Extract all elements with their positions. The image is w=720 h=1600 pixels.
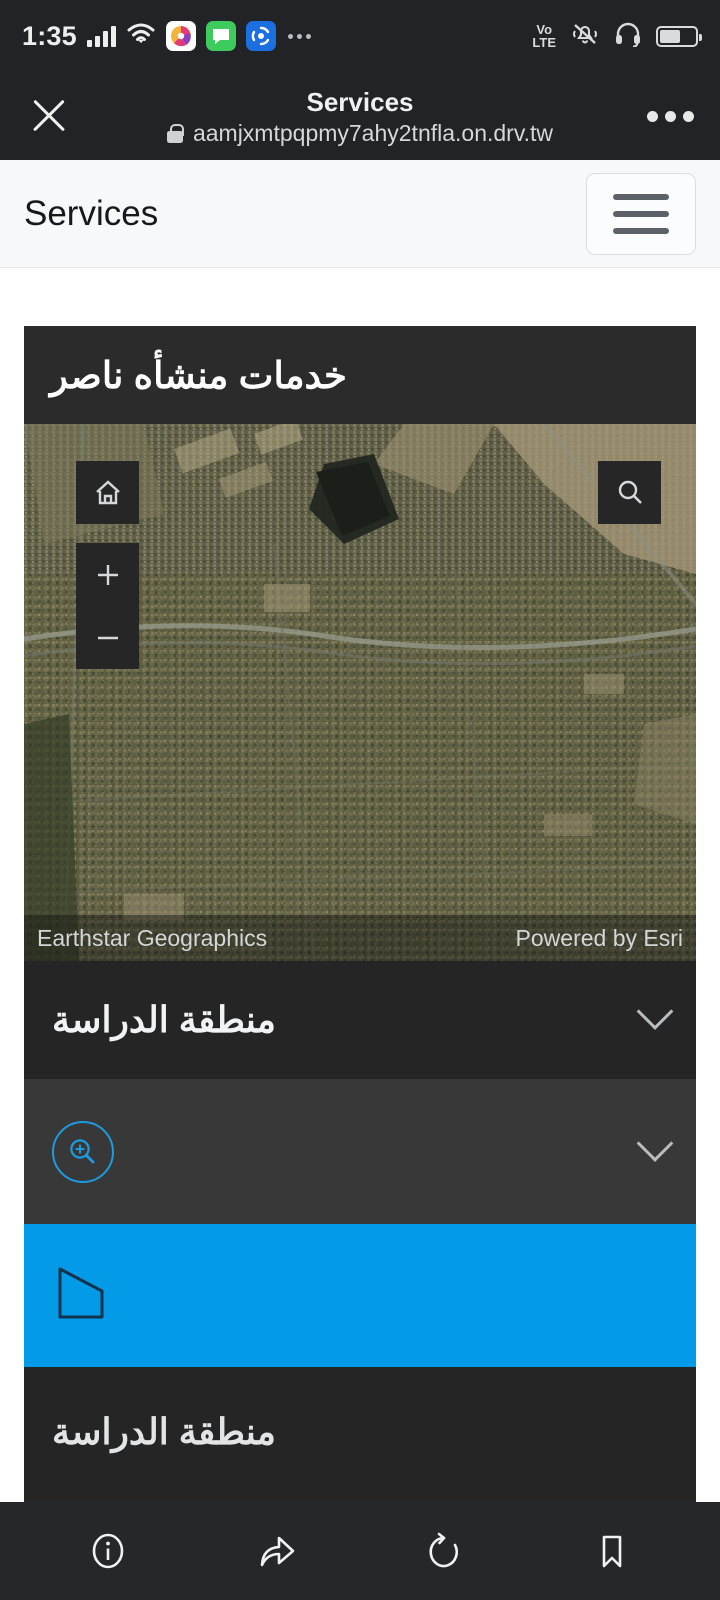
shutter-app-icon [165,21,196,51]
browser-url: aamjxmtpqpmy7ahy2tnfla.on.drv.tw [192,119,554,146]
browser-page-title: Services [306,86,414,117]
panel-row-label: منطقة الدراسة [52,999,276,1040]
browser-top-bar: Services aamjxmtpqpmy7ahy2tnfla.on.drv.t… [0,72,720,160]
bell-muted-icon [570,21,600,52]
card-title-bar: خدمات منشأه ناصر [24,326,696,424]
browser-menu-icon[interactable] [647,110,694,122]
status-bar: 1:35 Vo LTE [0,0,720,72]
plus-icon[interactable] [76,543,139,606]
panel-row-study-area[interactable]: منطقة الدراسة [24,961,696,1079]
chevron-down-icon[interactable] [636,1124,674,1162]
panel-row-label: منطقة الدراسة [52,1411,276,1452]
volte-indicator: Vo LTE [532,22,556,50]
headphones-icon [614,21,642,52]
phone-screen: 1:35 Vo LTE Services aamjxmtpqpmy7ahy2tn… [0,0,720,1600]
attribution-source: Earthstar Geographics [37,924,268,951]
card-title: خدمات منشأه ناصر [50,354,347,396]
status-overflow-icon [287,33,311,39]
minus-icon[interactable] [76,606,139,669]
attribution-provider: Powered by Esri [515,924,683,951]
info-icon[interactable] [73,1516,143,1586]
page-title: Services [24,193,159,233]
close-icon[interactable] [26,93,72,139]
signal-bars-icon [86,25,116,47]
browser-title-block: Services aamjxmtpqpmy7ahy2tnfla.on.drv.t… [0,86,720,147]
message-app-icon [205,21,236,51]
zoom-to-icon[interactable] [52,1120,114,1183]
bottom-navigation-bar [0,1502,720,1600]
bookmark-icon[interactable] [577,1516,647,1586]
map-attribution: Earthstar Geographics Powered by Esri [24,915,696,961]
battery-icon [656,25,702,47]
panel-row-polygon-selected[interactable] [24,1224,696,1367]
page-body: خدمات منشأه ناصر Earthstar Geographics P… [0,268,720,1600]
status-bar-right: Vo LTE [532,21,702,52]
polygon-icon [52,1261,128,1330]
app-card: خدمات منشأه ناصر Earthstar Geographics P… [24,326,696,1600]
panel-row-next[interactable]: منطقة الدراسة [24,1367,696,1453]
map-view[interactable]: Earthstar Geographics Powered by Esri [24,424,696,961]
share-app-icon [245,21,276,51]
browser-url-row: aamjxmtpqpmy7ahy2tnfla.on.drv.tw [0,120,720,147]
lock-icon [166,123,184,143]
status-clock: 1:35 [22,20,77,51]
status-bar-left: 1:35 [22,21,311,52]
panel-row-zoom-to[interactable] [24,1079,696,1224]
chevron-down-icon[interactable] [636,993,674,1030]
hamburger-menu-icon[interactable] [586,172,696,255]
home-icon[interactable] [76,461,139,524]
wifi-icon [126,22,156,51]
share-icon[interactable] [241,1516,311,1586]
search-icon[interactable] [598,461,661,524]
app-header: Services [0,160,720,268]
refresh-icon[interactable] [409,1516,479,1586]
